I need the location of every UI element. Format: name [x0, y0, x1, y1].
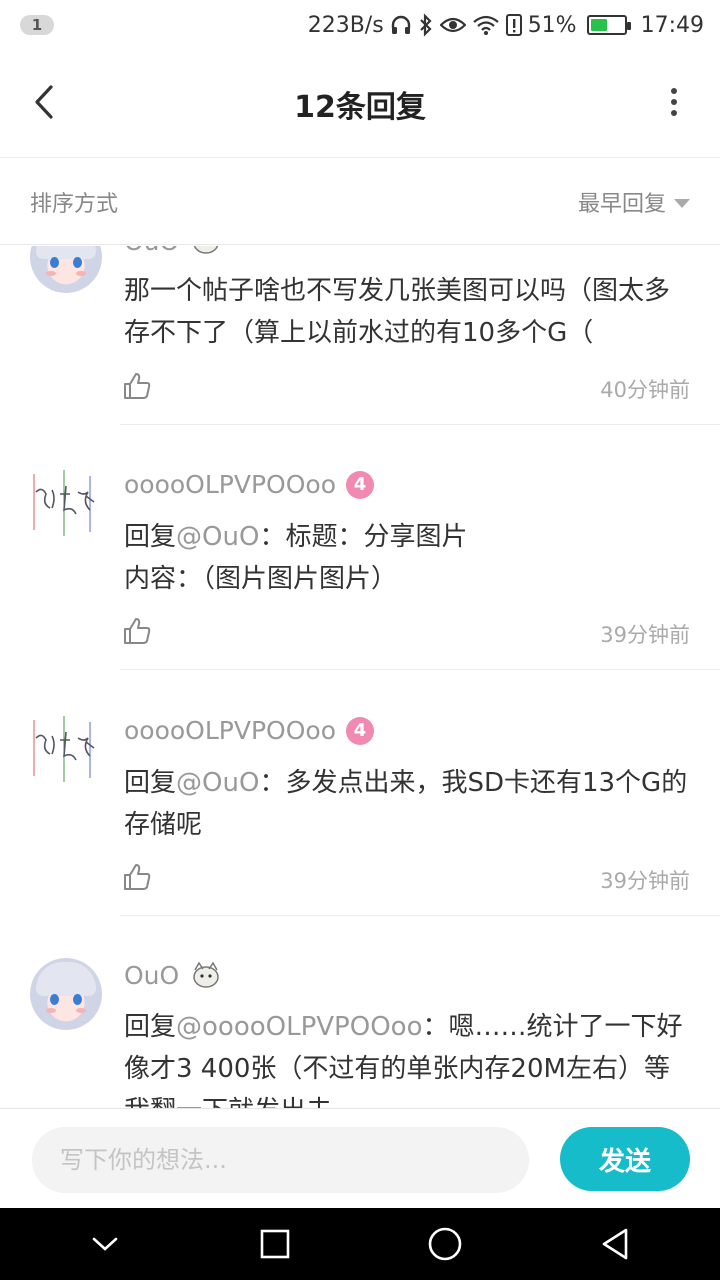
collapse-nav-button[interactable] [65, 1208, 145, 1280]
mascot-icon [193, 246, 219, 254]
mascot-icon [193, 961, 219, 988]
reply-prefix: 回复 [124, 768, 177, 798]
circle-icon [428, 1227, 462, 1261]
username[interactable]: ooooOLPVPOOoo 4 [124, 470, 374, 499]
username-text: OuO [124, 246, 179, 256]
reply-input[interactable] [32, 1127, 529, 1193]
triangle-back-icon [602, 1228, 628, 1260]
reply-time: 39分钟前 [600, 623, 690, 647]
reply-input-bar: 发送 [0, 1108, 720, 1208]
more-options-button[interactable] [662, 80, 686, 124]
calligraphy-avatar-image [33, 470, 95, 536]
reply-list[interactable]: OuO 那一个帖子啥也不写发几张美图可以吗（图太多存不下了（算上以前水过的有10… [0, 246, 720, 1108]
battery-icon [586, 15, 631, 35]
reply-text-line: ：标题：分享图片 [259, 522, 468, 552]
reply-item: OuO 那一个帖子啥也不写发几张美图可以吗（图太多存不下了（算上以前水过的有10… [0, 246, 720, 432]
level-badge: 4 [346, 716, 374, 745]
mention-link[interactable]: @ooooOLPVPOOoo [176, 1012, 422, 1042]
avatar[interactable] [30, 246, 102, 293]
wifi-icon [472, 15, 499, 35]
reply-item: OuO 回复@ooooOLPVPOOoo：嗯……统计了一下好像才3 400张（不… [0, 916, 720, 1108]
reply-text: 那一个帖子啥也不写发几张美图可以吗（图太多存不下了（算上以前水过的有10多个G（ [124, 276, 671, 348]
send-button[interactable]: 发送 [560, 1127, 690, 1191]
reply-text: 回复@ooooOLPVPOOoo：嗯……统计了一下好像才3 400张（不过有的单… [124, 1006, 694, 1108]
page-title: 12条回复 [294, 89, 426, 125]
sort-label: 排序方式 [30, 191, 119, 217]
level-badge: 4 [346, 470, 374, 499]
reply-time: 40分钟前 [600, 378, 690, 402]
clock: 17:49 [640, 12, 704, 38]
reply-text-line: 内容：（图片图片图片） [124, 564, 398, 594]
username-text: ooooOLPVPOOoo [124, 716, 336, 745]
more-vertical-icon [671, 88, 677, 116]
square-icon [260, 1229, 290, 1259]
avatar[interactable] [30, 712, 102, 784]
mention-link[interactable]: @OuO [176, 522, 259, 552]
reply-time: 39分钟前 [600, 869, 690, 893]
reply-prefix: 回复 [124, 522, 177, 552]
reply-prefix: 回复 [124, 1012, 177, 1042]
username[interactable]: OuO [124, 246, 223, 256]
back-nav-button[interactable] [575, 1208, 655, 1280]
battery-level-fill [590, 19, 607, 31]
username[interactable]: ooooOLPVPOOoo 4 [124, 716, 374, 745]
reply-text: 回复@OuO：标题：分享图片 内容：（图片图片图片） [124, 516, 694, 600]
home-nav-button[interactable] [405, 1208, 485, 1280]
chevron-left-icon [35, 85, 53, 119]
thumbs-up-icon[interactable] [122, 371, 152, 401]
reply-text: 回复@OuO：多发点出来，我SD卡还有13个G的存储呢 [124, 762, 694, 846]
eye-icon [439, 17, 466, 33]
username[interactable]: OuO [124, 960, 223, 990]
notification-count-badge: 1 [20, 15, 54, 35]
mention-link[interactable]: @OuO [176, 768, 259, 798]
battery-percent: 51% [527, 12, 577, 38]
back-button[interactable] [22, 80, 66, 124]
status-icons: 223B/s 51% 17:49 [308, 13, 704, 38]
system-nav-bar [0, 1208, 720, 1280]
sort-bar: 排序方式 最早回复 [0, 159, 720, 245]
reply-item: ooooOLPVPOOoo 4 回复@OuO：标题：分享图片 内容：（图片图片图… [0, 424, 720, 670]
thumbs-up-icon[interactable] [122, 616, 152, 646]
sort-selected-value: 最早回复 [577, 191, 666, 217]
sort-dropdown[interactable]: 最早回复 [578, 186, 690, 218]
username-text: OuO [124, 960, 180, 990]
headphones-icon [391, 15, 410, 34]
reply-item: ooooOLPVPOOoo 4 回复@OuO：多发点出来，我SD卡还有13个G的… [0, 670, 720, 916]
avatar[interactable] [30, 466, 102, 538]
page-header: 12条回复 [0, 50, 720, 158]
caret-down-icon [674, 198, 690, 208]
username-text: ooooOLPVPOOoo [124, 470, 336, 499]
bluetooth-icon [419, 13, 432, 37]
network-speed: 223B/s [307, 12, 384, 38]
chevron-down-icon [92, 1237, 118, 1251]
alert-icon [505, 14, 522, 36]
thumbs-up-icon[interactable] [122, 862, 152, 892]
recents-nav-button[interactable] [235, 1208, 315, 1280]
avatar[interactable] [30, 958, 102, 1030]
calligraphy-avatar-image [33, 716, 95, 782]
status-bar: 1 223B/s 51% 17:49 [0, 0, 720, 50]
